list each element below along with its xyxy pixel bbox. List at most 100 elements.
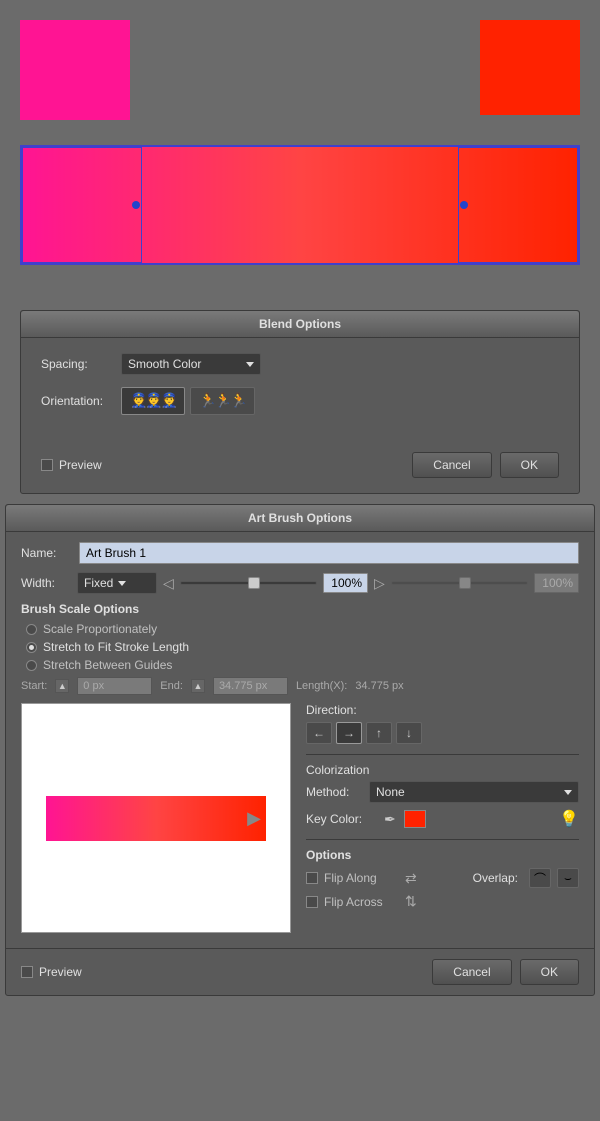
method-value: None (376, 785, 559, 799)
dir-btn-left[interactable]: ← (306, 722, 332, 744)
length-value: 34.775 px (355, 680, 403, 692)
flip-across-label: Flip Across (324, 895, 399, 909)
brush-preview-area: ▶ (21, 703, 291, 933)
scale-proportionately-radio[interactable] (26, 624, 37, 635)
blend-options-dialog: Blend Options Spacing: Smooth Color Orie… (20, 310, 580, 494)
method-label: Method: (306, 785, 361, 799)
blend-box-right (458, 147, 578, 263)
width-label: Width: (21, 576, 71, 590)
width-value: Fixed (84, 576, 113, 590)
flip-across-row: Flip Across ⇅ (306, 893, 579, 910)
tip-icon: 💡 (559, 809, 579, 829)
width-dropdown[interactable]: Fixed (77, 572, 157, 594)
key-color-swatch[interactable] (404, 810, 426, 828)
options-grid: Flip Along ⇄ Overlap: ⌒ ⌣ Flip Across ⇅ (306, 868, 579, 910)
flip-across-icon: ⇅ (405, 893, 417, 910)
orientation-row: Orientation: 👮👮👮 🏃🏃🏃 (41, 387, 559, 415)
brush-preview-stroke: ▶ (46, 796, 266, 841)
method-dropdown-arrow (564, 790, 572, 795)
art-brush-dialog: Art Brush Options Name: Width: Fixed ◁ ▷ (5, 504, 595, 996)
flip-along-checkbox[interactable] (306, 872, 318, 884)
blend-anchor-right (460, 201, 468, 209)
start-label: Start: (21, 680, 47, 692)
scale-proportionately-row: Scale Proportionately (21, 622, 579, 636)
overlap-label: Overlap: (473, 871, 518, 885)
eyedropper-icon[interactable]: ✒ (384, 811, 396, 828)
spacing-value: Smooth Color (128, 357, 241, 371)
right-panel: Direction: ← → ↑ ↓ Colorization Method: … (306, 703, 579, 933)
orientation-label: Orientation: (41, 394, 121, 408)
preview-label: Preview (59, 458, 102, 472)
end-label: End: (160, 680, 183, 692)
preview-row: Preview (41, 458, 412, 472)
pink-square (20, 20, 130, 120)
art-brush-cancel-button[interactable]: Cancel (432, 959, 511, 985)
method-dropdown[interactable]: None (369, 781, 579, 803)
direction-label: Direction: (306, 703, 579, 717)
start-input (77, 677, 152, 695)
orient-btn-align-page[interactable]: 👮👮👮 (121, 387, 185, 415)
colorization-section: Colorization Method: None Key Color: ✒ 💡 (306, 763, 579, 829)
spacing-label: Spacing: (41, 357, 121, 371)
options-title: Options (306, 848, 579, 862)
art-brush-preview-checkbox[interactable] (21, 966, 33, 978)
name-input[interactable] (79, 542, 579, 564)
spacing-row: Spacing: Smooth Color (41, 353, 559, 375)
dir-btn-right[interactable]: → (336, 722, 362, 744)
art-brush-preview-row: Preview (21, 965, 432, 979)
blend-options-footer: Preview Cancel OK (21, 442, 579, 493)
flip-along-row: Flip Along ⇄ Overlap: ⌒ ⌣ (306, 868, 579, 888)
orient-btn-align-path[interactable]: 🏃🏃🏃 (190, 387, 254, 415)
method-row: Method: None (306, 781, 579, 803)
overlap-btn2[interactable]: ⌣ (557, 868, 579, 888)
red-square-top (480, 20, 580, 115)
flip-along-icon: ⇄ (405, 870, 417, 887)
key-color-label: Key Color: (306, 812, 376, 826)
width-slider[interactable] (180, 581, 317, 585)
two-column-layout: ▶ Direction: ← → ↑ ↓ Colorization (21, 703, 579, 933)
blend-cancel-button[interactable]: Cancel (412, 452, 491, 478)
preview-arrow-icon: ▶ (247, 808, 261, 829)
preview-checkbox[interactable] (41, 459, 53, 471)
art-brush-preview-label: Preview (39, 965, 82, 979)
dir-btn-up[interactable]: ↑ (366, 722, 392, 744)
canvas-area (0, 0, 600, 310)
art-brush-buttons: Cancel OK (432, 959, 579, 985)
width-percent-input[interactable] (323, 573, 368, 593)
spacing-dropdown[interactable]: Smooth Color (121, 353, 261, 375)
spacing-dropdown-arrow (246, 362, 254, 367)
end-input (213, 677, 288, 695)
stretch-guides-radio[interactable] (26, 660, 37, 671)
end-stepper[interactable]: ▲ (191, 679, 205, 693)
width-percent2-input (534, 573, 579, 593)
options-section: Options Flip Along ⇄ Overlap: ⌒ ⌣ Fl (306, 848, 579, 910)
stretch-guides-row: Stretch Between Guides (21, 658, 579, 672)
length-label: Length(X): (296, 680, 347, 692)
flip-across-checkbox[interactable] (306, 896, 318, 908)
art-brush-ok-button[interactable]: OK (520, 959, 579, 985)
key-color-row: Key Color: ✒ 💡 (306, 809, 579, 829)
start-end-row: Start: ▲ End: ▲ Length(X): 34.775 px (21, 677, 579, 695)
brush-scale-title: Brush Scale Options (21, 602, 579, 616)
width-slider-thumb[interactable] (248, 577, 260, 589)
divider1 (306, 754, 579, 755)
blend-options-title: Blend Options (21, 311, 579, 338)
width-arrow-left: ◁ (163, 575, 174, 592)
blend-box-left (22, 147, 142, 263)
start-stepper[interactable]: ▲ (55, 679, 69, 693)
width-arrow-right: ▷ (374, 575, 385, 592)
overlap-btn1[interactable]: ⌒ (529, 868, 551, 888)
flip-along-label: Flip Along (324, 871, 399, 885)
art-brush-footer: Preview Cancel OK (6, 948, 594, 995)
blend-ok-button[interactable]: OK (500, 452, 559, 478)
dir-btn-down[interactable]: ↓ (396, 722, 422, 744)
stretch-fit-radio[interactable] (26, 642, 37, 653)
width-slider2[interactable] (391, 581, 528, 585)
blend-dialog-buttons: Cancel OK (412, 452, 559, 478)
colorization-title: Colorization (306, 763, 579, 777)
blend-anchor-left (132, 201, 140, 209)
orientation-buttons: 👮👮👮 🏃🏃🏃 (121, 387, 255, 415)
stretch-fit-label: Stretch to Fit Stroke Length (43, 640, 189, 654)
name-label: Name: (21, 546, 71, 560)
direction-buttons: ← → ↑ ↓ (306, 722, 579, 744)
